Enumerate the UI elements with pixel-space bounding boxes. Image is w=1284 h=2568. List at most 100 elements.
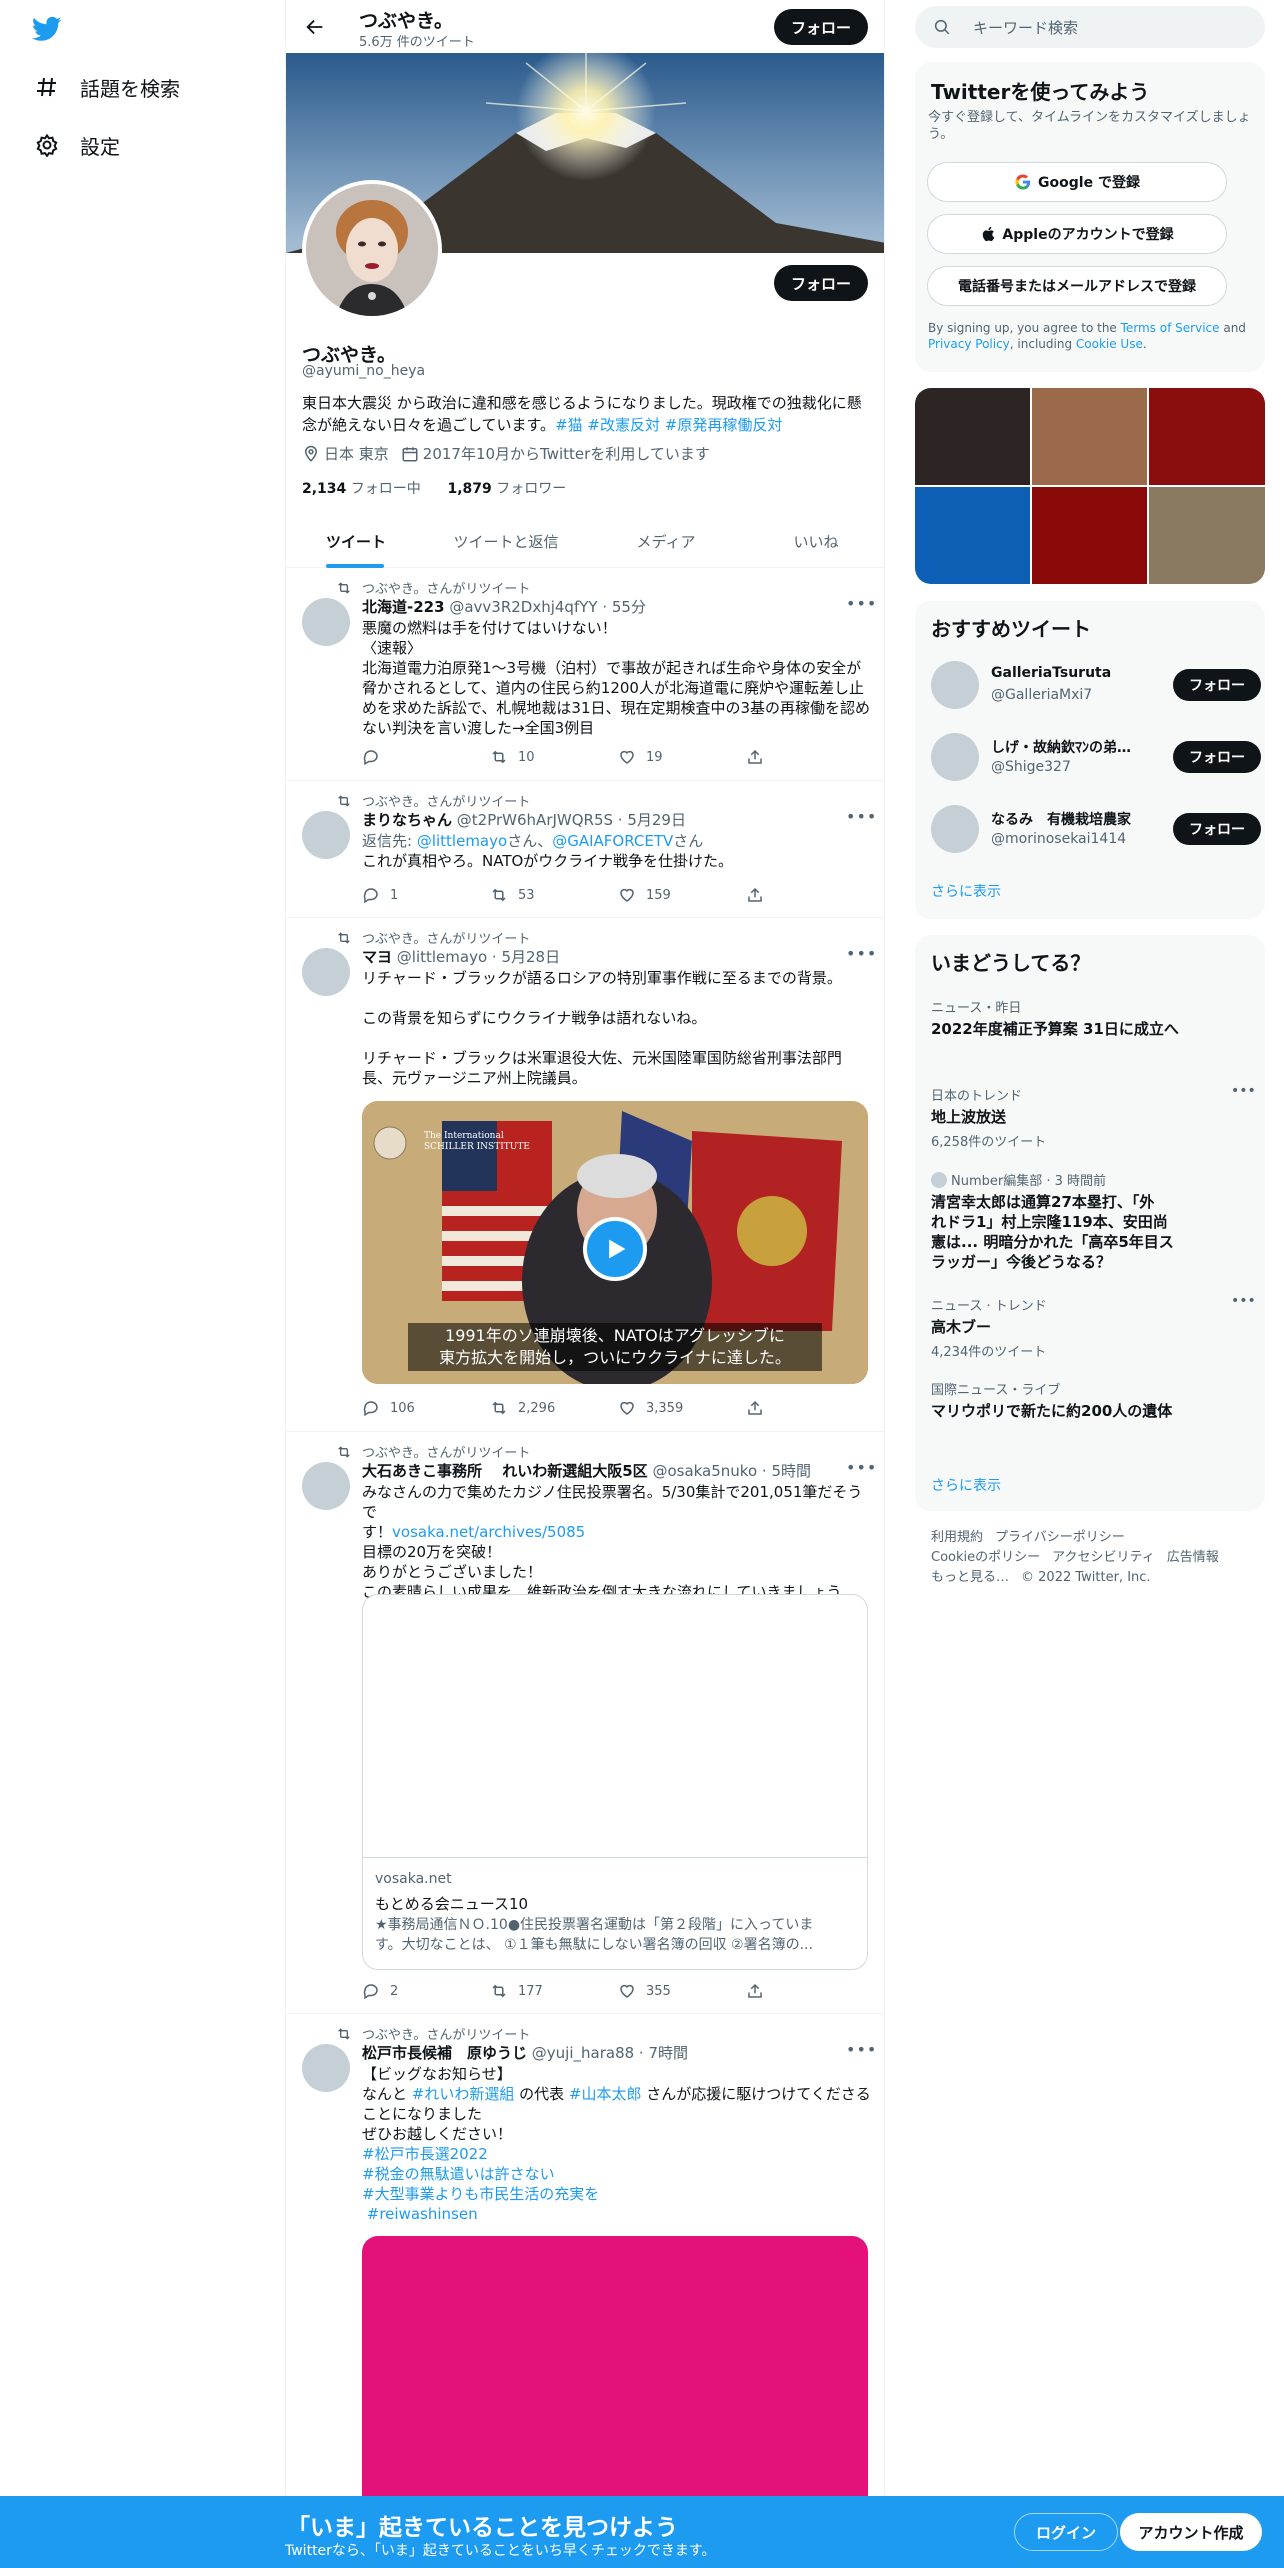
more-icon[interactable]: ••• — [846, 807, 877, 826]
like-button[interactable]: 355 — [618, 1982, 671, 2000]
show-more-link[interactable]: さらに表示 — [931, 881, 1001, 901]
tweet[interactable]: つぶやき。さんがリツイート 大石あきこ事務所 れいわ新選組大阪5区 @osaka… — [286, 1432, 884, 2014]
tweet-avatar[interactable] — [302, 948, 350, 996]
reply-button[interactable]: 106 — [362, 1399, 415, 1417]
phone-email-signup-button[interactable]: 電話番号またはメールアドレスで登録 — [927, 266, 1227, 306]
follow-button[interactable]: フォロー — [1173, 669, 1261, 701]
share-button[interactable] — [746, 1399, 774, 1417]
hashtag-link[interactable]: #reiwashinsen — [362, 2204, 872, 2224]
follow-button[interactable]: フォロー — [1173, 741, 1261, 773]
more-icon[interactable]: ••• — [1231, 1083, 1256, 1099]
show-more-link[interactable]: さらに表示 — [931, 1475, 1001, 1495]
hashtag-link[interactable]: #大型事業よりも市民生活の充実を — [362, 2184, 872, 2204]
mention-link[interactable]: @littlemayo — [417, 832, 507, 850]
play-icon[interactable] — [583, 1217, 647, 1281]
bio-hashtag[interactable]: #猫 — [555, 416, 583, 434]
recommended-user[interactable]: GalleriaTsuruta @GalleriaMxi7 フォロー — [931, 657, 1261, 713]
like-button[interactable]: 3,359 — [618, 1399, 683, 1417]
tweet[interactable]: つぶやき。さんがリツイート 北海道-223 @avv3R2Dxhj4qfYY ·… — [286, 568, 884, 781]
hashtag-link[interactable]: #山本太郎 — [569, 2085, 642, 2103]
back-arrow-icon[interactable] — [300, 12, 330, 42]
more-icon[interactable]: ••• — [1231, 1293, 1256, 1309]
footer-link[interactable]: 広告情報 — [1167, 1550, 1219, 1565]
topbar-follow-button[interactable]: フォロー — [774, 9, 868, 45]
login-button[interactable]: ログイン — [1014, 2513, 1118, 2551]
media-thumbnail[interactable] — [1032, 487, 1147, 584]
link-card[interactable]: vosaka.net もとめる会ニュース10 ★事務局通信ＮＯ.10●住民投票署… — [362, 1594, 868, 1970]
tweet-link[interactable]: vosaka.net/archives/5085 — [392, 1523, 585, 1541]
tweet-author[interactable]: 松戸市長候補 原ゆうじ — [362, 2044, 527, 2062]
tweet[interactable]: つぶやき。さんがリツイート マヨ @littlemayo · 5月28日 •••… — [286, 918, 884, 1432]
privacy-link[interactable]: Privacy Policy — [928, 337, 1010, 351]
profile-follow-button[interactable]: フォロー — [774, 265, 868, 301]
more-icon[interactable]: ••• — [846, 1458, 877, 1477]
search-input[interactable]: キーワード検索 — [915, 6, 1265, 48]
bio-hashtag[interactable]: #原発再稼働反対 — [665, 416, 783, 434]
tab-tweets-and-replies[interactable]: ツイートと返信 — [426, 515, 586, 568]
profile-avatar[interactable] — [302, 180, 442, 320]
reply-button[interactable] — [362, 748, 390, 766]
mention-link[interactable]: @GAIAFORCETV — [552, 832, 673, 850]
tweet-author[interactable]: 北海道-223 — [362, 598, 445, 616]
footer-link[interactable]: アクセシビリティ — [1052, 1550, 1155, 1565]
bio-hashtag[interactable]: #改憲反対 — [587, 416, 660, 434]
twitter-logo-icon[interactable] — [30, 14, 64, 44]
tab-media[interactable]: メディア — [586, 515, 746, 568]
share-button[interactable] — [746, 748, 774, 766]
following-link[interactable]: 2,134 フォロー中 — [302, 481, 421, 497]
nav-settings[interactable]: 設定 — [34, 125, 120, 165]
share-button[interactable] — [746, 1982, 774, 2000]
nav-explore[interactable]: 話題を検索 — [34, 67, 180, 107]
google-signup-button[interactable]: Google で登録 — [927, 162, 1227, 202]
followers-link[interactable]: 1,879 フォロワー — [447, 481, 566, 497]
tweet-avatar[interactable] — [302, 598, 350, 646]
trend-item[interactable]: ニュース · トレンド 高木ブー 4,234件のツイート ••• — [931, 1293, 1256, 1360]
hashtag-link[interactable]: #れいわ新選組 — [412, 2085, 515, 2103]
footer-link[interactable]: 利用規約 — [931, 1530, 983, 1545]
tweet-meta[interactable]: @t2PrW6hArJWQR5S · 5月29日 — [457, 811, 686, 829]
retweet-button[interactable]: 177 — [490, 1982, 543, 2000]
trend-item[interactable]: 国際ニュース・ライブ マリウポリで新たに約200人の遺体 — [931, 1379, 1251, 1421]
tweet-avatar[interactable] — [302, 2044, 350, 2092]
footer-link[interactable]: プライバシーポリシー — [995, 1530, 1125, 1545]
more-icon[interactable]: ••• — [846, 944, 877, 963]
recommended-user[interactable]: なるみ 有機栽培農家 @morinosekai1414 フォロー — [931, 801, 1261, 857]
apple-signup-button[interactable]: Appleのアカウントで登録 — [927, 214, 1227, 254]
tweet[interactable]: つぶやき。さんがリツイート 松戸市長候補 原ゆうじ @yuji_hara88 ·… — [286, 2014, 884, 2568]
media-thumbnail[interactable] — [915, 388, 1030, 485]
media-thumbnail[interactable] — [915, 487, 1030, 584]
user-avatar[interactable] — [931, 733, 979, 781]
signup-button[interactable]: アカウント作成 — [1120, 2513, 1262, 2551]
hashtag-link[interactable]: #松戸市長選2022 — [362, 2144, 872, 2164]
reply-button[interactable]: 1 — [362, 886, 398, 904]
reply-button[interactable]: 2 — [362, 1982, 398, 2000]
more-icon[interactable]: ••• — [846, 594, 877, 613]
media-thumbnail[interactable] — [1032, 388, 1147, 485]
trend-item[interactable]: ニュース・昨日 2022年度補正予算案 31日に成立へ — [931, 997, 1251, 1039]
tweet-meta[interactable]: @avv3R2Dxhj4qfYY · 55分 — [449, 598, 646, 616]
tweet-avatar[interactable] — [302, 1462, 350, 1510]
tweet-author[interactable]: 大石あきこ事務所 れいわ新選組大阪5区 — [362, 1462, 648, 1480]
like-button[interactable]: 159 — [618, 886, 671, 904]
follow-button[interactable]: フォロー — [1173, 813, 1261, 845]
more-icon[interactable]: ••• — [846, 2040, 877, 2059]
media-thumbnail[interactable] — [1149, 487, 1265, 584]
user-avatar[interactable] — [931, 661, 979, 709]
footer-link[interactable]: もっと見る… — [931, 1570, 1009, 1585]
trend-item[interactable]: 日本のトレンド 地上波放送 6,258件のツイート ••• — [931, 1083, 1256, 1150]
footer-link[interactable]: Cookieのポリシー — [931, 1550, 1040, 1565]
tweet-author[interactable]: マヨ — [362, 948, 392, 966]
share-button[interactable] — [746, 886, 774, 904]
tab-tweets[interactable]: ツイート — [286, 515, 426, 568]
retweet-button[interactable]: 2,296 — [490, 1399, 555, 1417]
hashtag-link[interactable]: #税金の無駄遣いは許さない — [362, 2164, 872, 2184]
recommended-user[interactable]: しげ・故納欽ﾏﾝの弟子2号 @Shige327 フォロー — [931, 729, 1261, 785]
terms-link[interactable]: Terms of Service — [1121, 321, 1220, 335]
cookie-link[interactable]: Cookie Use — [1076, 337, 1143, 351]
tweet[interactable]: つぶやき。さんがリツイート まりなちゃん @t2PrW6hArJWQR5S · … — [286, 781, 884, 918]
tweet-avatar[interactable] — [302, 811, 350, 859]
video-player[interactable]: The International SCHILLER INSTITUTE 1991… — [362, 1101, 868, 1384]
like-button[interactable]: 19 — [618, 748, 663, 766]
retweet-button[interactable]: 10 — [490, 748, 535, 766]
tweet-meta[interactable]: @littlemayo · 5月28日 — [397, 948, 560, 966]
